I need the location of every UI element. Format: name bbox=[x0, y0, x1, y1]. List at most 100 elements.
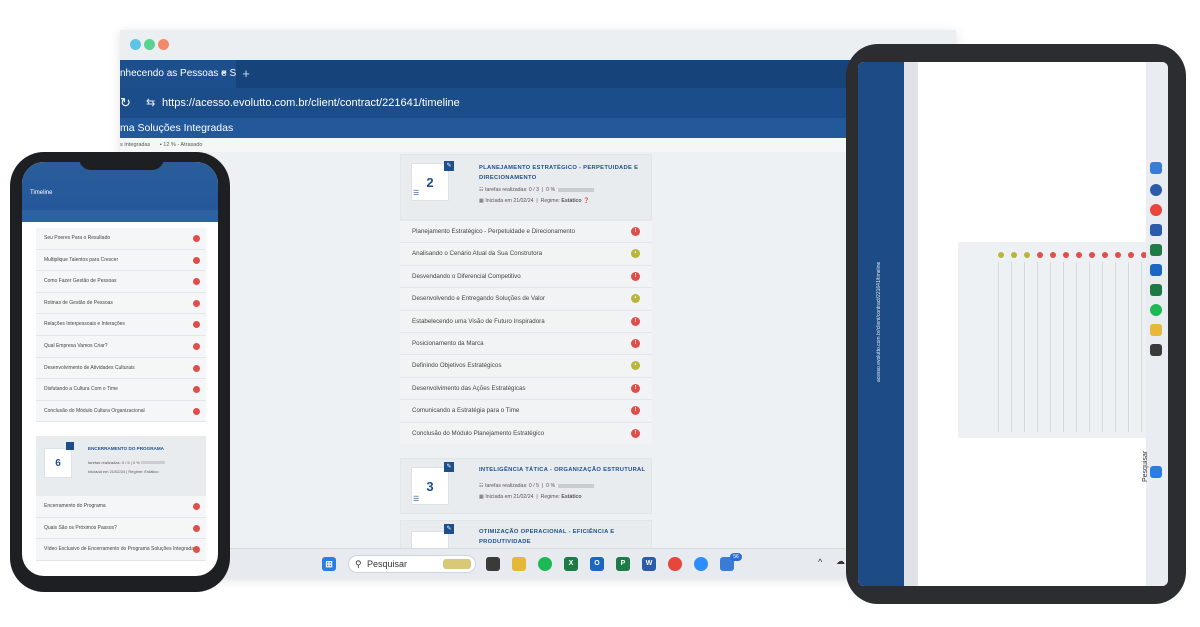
module-title[interactable]: Otimização Operacional - Eficiência e Pr… bbox=[479, 527, 649, 547]
task-label: Desenvolvendo e Entregando Soluções de V… bbox=[412, 295, 546, 303]
spotify-icon[interactable] bbox=[538, 557, 552, 571]
alert-status-icon bbox=[193, 546, 200, 554]
module-title[interactable]: Encerramento do Programa bbox=[88, 446, 164, 451]
module-card[interactable]: 6 Encerramento do Programa tarefas reali… bbox=[36, 436, 206, 498]
chrome-icon[interactable] bbox=[1150, 204, 1162, 216]
task-row[interactable]: Comunicando a Estratégia para o Time! bbox=[400, 399, 652, 422]
task-label: Desenvolvimento das Ações Estratégicas bbox=[412, 384, 526, 392]
task-row[interactable]: Desenvolvendo e Entregando Soluções de V… bbox=[400, 287, 652, 310]
edit-icon[interactable]: ✎ bbox=[444, 462, 454, 472]
task-row[interactable]: Desvendando o Diferencial Competitivo! bbox=[400, 264, 652, 287]
task-row[interactable]: Posicionamento da Marca! bbox=[400, 332, 652, 354]
file-explorer-icon[interactable] bbox=[512, 557, 526, 571]
breadcrumb-label: s Integradas bbox=[120, 142, 151, 148]
list-item[interactable]: Encerramento do Programa bbox=[36, 496, 206, 518]
word-icon[interactable] bbox=[1150, 224, 1162, 236]
task-row[interactable]: Conclusão do Módulo Planejamento Estraté… bbox=[400, 421, 652, 444]
module-card[interactable]: 3 ✎ ☰ Inteligência Tática - Organização … bbox=[400, 458, 652, 514]
list-icon: ☰ bbox=[413, 190, 420, 197]
project-icon[interactable]: P bbox=[616, 557, 630, 571]
task-view-icon[interactable] bbox=[486, 557, 500, 571]
alert-status-icon bbox=[193, 386, 200, 394]
list-icon: ☰ bbox=[413, 496, 420, 503]
divider bbox=[1024, 262, 1025, 432]
list-item[interactable]: Desenvolvimento de Atividades Culturais bbox=[36, 357, 206, 380]
list-item-label: Desenvolvimento de Atividades Culturais bbox=[44, 364, 135, 371]
list-item[interactable]: Como Fazer Gestão de Pessoas bbox=[36, 271, 206, 293]
notification-badge: 56 bbox=[730, 553, 742, 561]
task-row[interactable]: Planejamento Estratégico - Perpetuidade … bbox=[400, 220, 652, 242]
alert-status-icon: ! bbox=[631, 383, 640, 393]
new-tab-button[interactable]: + bbox=[238, 60, 254, 88]
module-title[interactable]: Planejamento Estratégico - Perpetuidade … bbox=[479, 163, 649, 183]
list-item-label: Relações Interpessoais e Interações bbox=[44, 321, 125, 328]
module-progress: ☷ tarefas realizadas: 0 / 5 | 0 % bbox=[479, 483, 595, 489]
list-item[interactable]: Seu Poeres Para o Resultado bbox=[36, 228, 206, 250]
task-row[interactable]: Definindo Objetivos Estratégicos • bbox=[400, 354, 652, 377]
edit-icon[interactable]: ✎ bbox=[444, 161, 454, 171]
edit-icon[interactable] bbox=[66, 442, 74, 450]
project-icon[interactable] bbox=[1150, 244, 1162, 256]
zoom-icon[interactable] bbox=[694, 557, 708, 571]
divider bbox=[998, 262, 999, 432]
cloud-icon[interactable]: ☁ bbox=[836, 556, 845, 567]
alert-status-icon bbox=[193, 256, 200, 264]
list-item-label: Qual Empresa Vamos Criar? bbox=[44, 343, 108, 349]
list-item[interactable]: Conclusão do Módulo Cultura Organizacion… bbox=[36, 400, 206, 423]
alert-status-icon bbox=[193, 524, 200, 532]
module-dates: ▦ Iniciada em 21/02/24 | Regime: Estátic… bbox=[479, 198, 590, 204]
module-title[interactable]: Inteligência Tática - Organização Estrut… bbox=[479, 465, 649, 475]
task-row[interactable]: Estabelecendo uma Visão de Futuro Inspir… bbox=[400, 309, 652, 332]
reload-icon[interactable]: ↻ bbox=[120, 88, 134, 118]
task-row[interactable]: Analisando o Cenário Atual da Sua Constr… bbox=[400, 242, 652, 265]
task-view-icon[interactable] bbox=[1150, 344, 1162, 356]
file-explorer-icon[interactable] bbox=[1150, 324, 1162, 336]
teams-icon[interactable] bbox=[1150, 162, 1162, 174]
taskbar-search[interactable]: ⚲ Pesquisar bbox=[348, 555, 476, 573]
edit-icon[interactable]: ✎ bbox=[444, 524, 454, 534]
window-dot-icon[interactable] bbox=[158, 39, 169, 50]
windows-start-icon[interactable]: ⊞ bbox=[322, 557, 336, 571]
outlook-icon[interactable] bbox=[1150, 264, 1162, 276]
excel-icon[interactable]: X bbox=[564, 557, 578, 571]
url-field[interactable]: https://acesso.evolutto.com.br/client/co… bbox=[162, 88, 460, 118]
task-status-icon bbox=[1076, 252, 1082, 258]
list-item[interactable]: Multiplique Talentos para Crescer bbox=[36, 249, 206, 272]
help-icon[interactable]: ❓ bbox=[583, 198, 589, 204]
windows-start-icon[interactable] bbox=[1150, 466, 1162, 478]
task-label: Desvendando o Diferencial Competitivo bbox=[412, 272, 521, 280]
list-item[interactable]: Quais São os Próximos Passos? bbox=[36, 517, 206, 540]
list-item[interactable]: Rotinas de Gestão de Pessoas bbox=[36, 292, 206, 315]
list-item[interactable]: Disfutando a Cultura Com o Time bbox=[36, 379, 206, 401]
site-settings-icon[interactable]: ⇆ bbox=[146, 88, 158, 118]
tab-close-icon[interactable]: × bbox=[216, 60, 232, 88]
list-item[interactable]: Vídeo Exclusivo de Encerramento do Progr… bbox=[36, 539, 206, 561]
list-item[interactable]: Qual Empresa Vamos Criar? bbox=[36, 336, 206, 358]
task-row[interactable]: Desenvolvimento das Ações Estratégicas! bbox=[400, 376, 652, 399]
spotify-icon[interactable] bbox=[1150, 304, 1162, 316]
chevron-up-icon[interactable]: ^ bbox=[818, 557, 822, 567]
word-icon[interactable]: W bbox=[642, 557, 656, 571]
progress-bar bbox=[558, 187, 595, 192]
module-progress: tarefas realizadas: 0 / 5 | 0 % bbox=[88, 460, 165, 465]
outlook-icon[interactable]: O bbox=[590, 557, 604, 571]
breadcrumb: s Integradas ▪ 12 % - Atrasado bbox=[120, 138, 956, 152]
divider bbox=[1037, 262, 1038, 432]
divider bbox=[1141, 262, 1142, 432]
list-item-label: Seu Poeres Para o Resultado bbox=[44, 235, 111, 241]
taskbar: ⊞ ⚲ Pesquisar X O P W 56 ^ ☁ bbox=[120, 548, 956, 578]
tablet-search[interactable]: Pesquisar bbox=[1142, 451, 1149, 482]
module-progress: ☷ tarefas realizadas: 0 / 3 | 0 % bbox=[479, 187, 595, 193]
module-card[interactable]: 2 ✎ ☰ Planejamento Estratégico - Perpetu… bbox=[400, 154, 652, 220]
tablet-timeline bbox=[958, 242, 1168, 438]
excel-icon[interactable] bbox=[1150, 284, 1162, 296]
alert-status-icon: ! bbox=[631, 339, 640, 348]
list-item[interactable]: Relações Interpessoais e Interações bbox=[36, 314, 206, 336]
window-dot-icon[interactable] bbox=[130, 39, 141, 50]
task-label: Posicionamento da Marca bbox=[412, 340, 484, 347]
zoom-icon[interactable] bbox=[1150, 184, 1162, 196]
tablet-url[interactable]: acesso.evolutto.com.br/client/contract/2… bbox=[876, 262, 882, 382]
alert-status-icon: ! bbox=[631, 271, 640, 281]
window-dot-icon[interactable] bbox=[144, 39, 155, 50]
chrome-icon[interactable] bbox=[668, 557, 682, 571]
